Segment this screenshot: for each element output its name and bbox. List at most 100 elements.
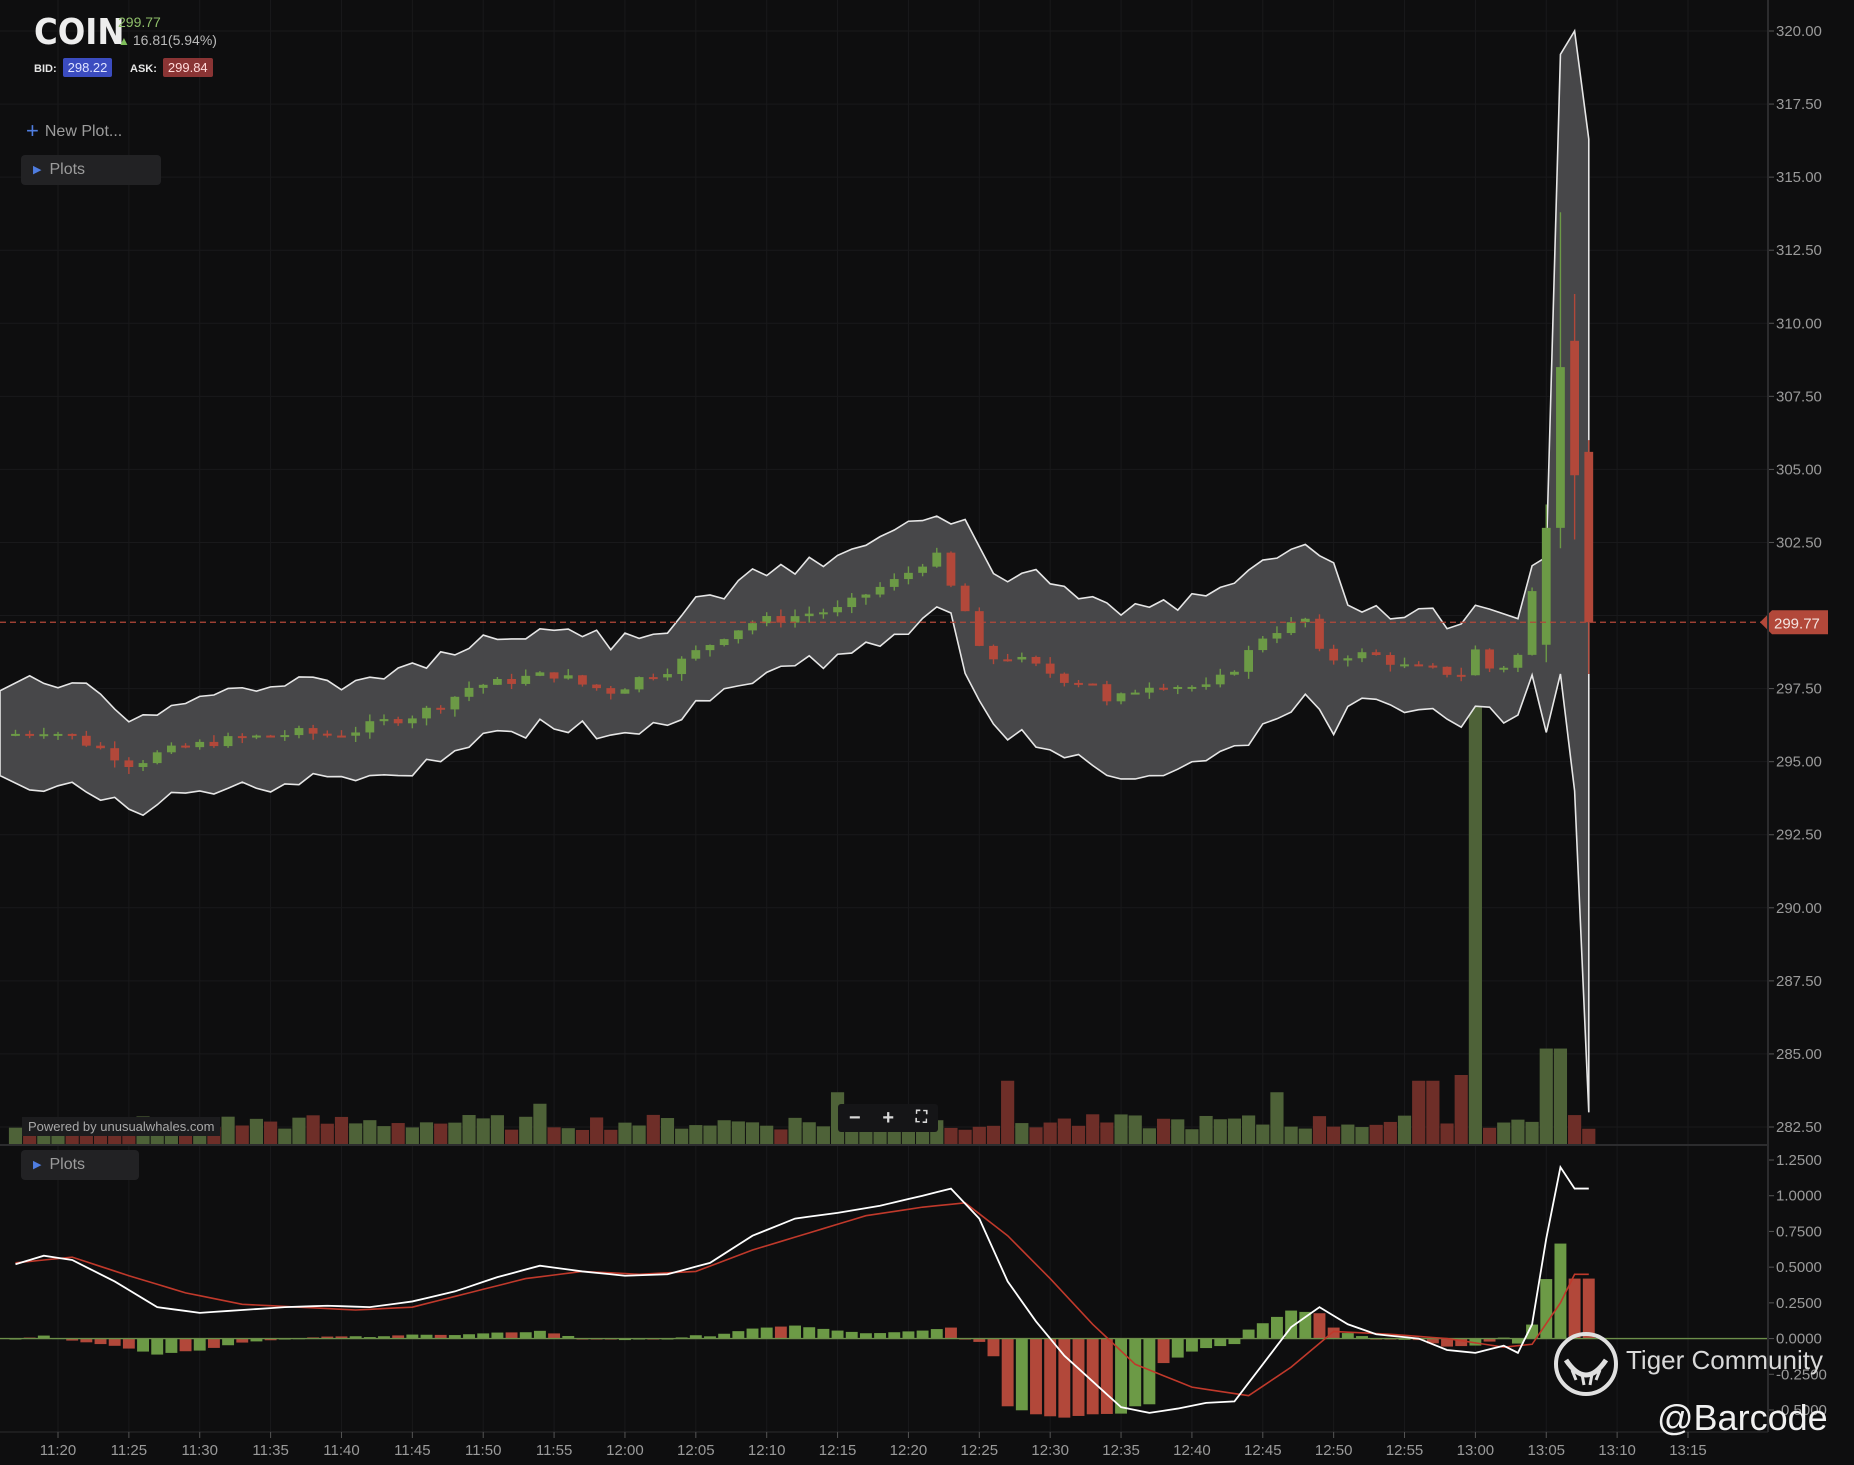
volume-bar xyxy=(604,1129,618,1144)
macd-histogram-bar xyxy=(505,1332,518,1339)
candle-body xyxy=(110,748,120,761)
candle-body xyxy=(507,678,516,684)
candle-body xyxy=(1428,665,1438,668)
time-tick-label: 11:25 xyxy=(111,1442,147,1459)
macd-histogram-bar xyxy=(165,1338,178,1353)
zoom-controls: − + ⛶ xyxy=(838,1104,938,1132)
macd-histogram-bar xyxy=(1157,1338,1170,1364)
candle-body xyxy=(322,733,332,736)
fullscreen-button[interactable]: ⛶ xyxy=(916,1109,927,1127)
macd-histogram-bar xyxy=(945,1327,957,1339)
volume-bar xyxy=(490,1115,504,1144)
volume-bar xyxy=(405,1127,419,1144)
candle-body xyxy=(875,586,885,595)
macd-histogram-bar xyxy=(1228,1338,1241,1345)
candle-body xyxy=(1144,687,1154,693)
macd-histogram-bar xyxy=(1072,1338,1085,1416)
volume-bar xyxy=(1341,1124,1355,1144)
plots-toggle-macd[interactable]: ▶ Plots xyxy=(21,1150,139,1180)
new-plot-button[interactable]: + New Plot... xyxy=(26,118,122,144)
bid-label: BID: xyxy=(34,63,57,75)
candle-body xyxy=(946,552,956,586)
candle-body xyxy=(1286,622,1296,634)
macd-histogram-bar xyxy=(987,1338,1000,1357)
macd-tick-label: 1.2500 xyxy=(1776,1152,1822,1169)
candle-body xyxy=(1272,633,1282,639)
volume-bar xyxy=(448,1122,462,1144)
candle-body xyxy=(492,678,502,685)
macd-histogram-bar xyxy=(902,1331,915,1339)
candle-body xyxy=(960,585,970,612)
candle-body xyxy=(67,733,77,736)
macd-histogram-bar xyxy=(1171,1338,1184,1358)
candle-body xyxy=(1371,652,1381,656)
plots-toggle-price[interactable]: ▶ Plots xyxy=(21,155,161,185)
volume-bar xyxy=(660,1118,675,1144)
candle-body xyxy=(81,735,91,746)
volume-bar xyxy=(1497,1122,1511,1144)
volume-bar xyxy=(419,1122,434,1144)
volume-bar xyxy=(731,1121,745,1144)
volume-bar xyxy=(278,1128,292,1144)
zoom-in-button[interactable]: + xyxy=(882,1107,894,1130)
bid-quote: BID: 298.22 xyxy=(34,58,113,77)
volume-bar xyxy=(788,1117,802,1144)
volume-bar xyxy=(1171,1119,1185,1144)
macd-histogram-bar xyxy=(859,1333,872,1339)
time-tick-label: 13:05 xyxy=(1527,1442,1565,1459)
volume-bar xyxy=(575,1129,590,1144)
candle-body xyxy=(294,728,304,736)
macd-histogram-bar xyxy=(122,1338,135,1349)
candle-body xyxy=(308,728,318,734)
price-change: ▲ 16.81(5.94%) xyxy=(118,32,217,48)
macd-histogram-bar xyxy=(1313,1313,1326,1339)
last-price-label: 299.77 xyxy=(1760,610,1828,635)
volume-bar xyxy=(1312,1116,1327,1144)
zoom-out-button[interactable]: − xyxy=(849,1107,861,1130)
volume-bar xyxy=(476,1118,490,1144)
volume-bar xyxy=(1539,1048,1553,1144)
candle-body xyxy=(195,741,205,748)
time-tick-label: 13:00 xyxy=(1457,1442,1495,1459)
candle-body xyxy=(1173,686,1183,689)
candle-body xyxy=(677,658,687,675)
powered-by[interactable]: Powered by unusualwhales.com xyxy=(22,1117,221,1136)
candle-body xyxy=(53,733,63,736)
macd-histogram-bar xyxy=(916,1330,929,1339)
macd-histogram-bar xyxy=(774,1326,787,1339)
candle-body xyxy=(1357,652,1367,659)
candle-body xyxy=(223,736,233,747)
volume-bar xyxy=(1057,1118,1071,1144)
macd-histogram-bar xyxy=(718,1333,731,1339)
time-tick-label: 12:55 xyxy=(1386,1442,1424,1459)
candle-body xyxy=(1556,367,1565,528)
macd-histogram-bar xyxy=(789,1325,801,1339)
candle-body xyxy=(1315,618,1324,649)
macd-histogram-bar xyxy=(817,1328,830,1339)
volume-bar xyxy=(377,1126,391,1144)
candle-body xyxy=(1470,649,1480,676)
candle-body xyxy=(889,579,899,587)
candle-body xyxy=(450,696,460,710)
candle-body xyxy=(252,735,261,738)
candle-body xyxy=(96,745,105,749)
candle-body xyxy=(1456,674,1466,677)
candle-body xyxy=(1570,340,1580,476)
volume-bar xyxy=(533,1103,547,1144)
candle-body xyxy=(1442,666,1452,675)
volume-bar xyxy=(519,1116,533,1144)
macd-histogram-bar xyxy=(179,1338,192,1352)
volume-bar xyxy=(249,1118,264,1144)
macd-histogram-bar xyxy=(1100,1338,1113,1414)
macd-tick-label: 0.5000 xyxy=(1776,1259,1822,1276)
price-chart[interactable]: 320.00 317.50 315.00 312.50 310.00 307.50 305.… xyxy=(0,0,1854,1465)
plots-label: Plots xyxy=(49,161,86,178)
candle-body xyxy=(393,719,403,724)
volume-bar xyxy=(363,1120,377,1144)
volume-bar xyxy=(235,1125,249,1144)
macd-histogram-bar xyxy=(1341,1333,1354,1339)
volume-bar xyxy=(1426,1080,1440,1144)
candle-body xyxy=(1343,658,1353,661)
price-change-value: 16.81(5.94%) xyxy=(132,32,217,48)
time-tick-label: 11:30 xyxy=(182,1442,218,1459)
